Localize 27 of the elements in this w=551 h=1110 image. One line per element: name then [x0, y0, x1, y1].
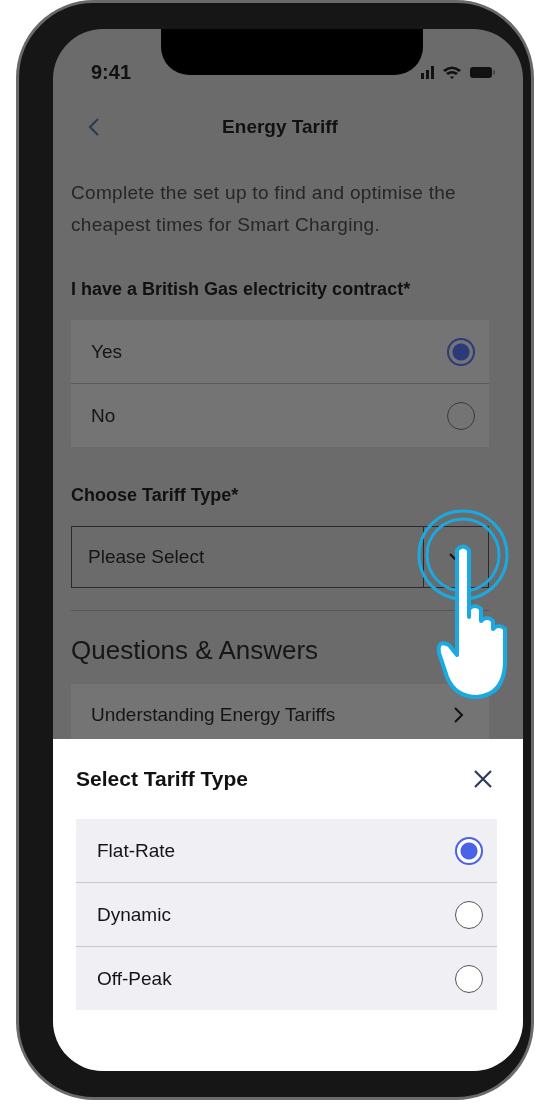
option-label: No [91, 404, 116, 427]
radio-option[interactable]: Yes [71, 320, 489, 384]
option-label: Flat-Rate [97, 839, 176, 862]
battery-icon [470, 66, 495, 78]
status-time: 9:41 [91, 60, 132, 84]
option-label: Yes [91, 340, 122, 363]
close-icon[interactable] [473, 769, 493, 789]
question-label: Choose Tariff Type* [71, 485, 240, 506]
tariff-option[interactable]: Dynamic [76, 883, 497, 947]
radio-option[interactable]: No [71, 384, 489, 447]
option-label: Off-Peak [97, 967, 172, 990]
signal-icon [421, 65, 434, 79]
screen-title: Energy Tariff [222, 116, 338, 138]
option-label: Dynamic [97, 903, 171, 926]
tariff-select[interactable]: Please Select [71, 526, 423, 588]
tariff-option[interactable]: Off-Peak [76, 947, 497, 1010]
radio-button[interactable] [447, 337, 475, 366]
wifi-icon [442, 64, 462, 80]
intro-text: Complete the set up to find and optimise the cheapest times for Smart Charging. [71, 181, 457, 237]
radio-button[interactable] [455, 964, 483, 993]
question-label: I have a British Gas electricity contract* [71, 279, 412, 300]
sheet-title: Select Tariff Type [76, 767, 248, 791]
radio-button[interactable] [455, 836, 483, 865]
section-heading: Questions & Answers [71, 635, 320, 666]
tariff-option[interactable]: Flat-Rate [76, 819, 497, 883]
chevron-right-icon [453, 706, 465, 724]
radio-button[interactable] [455, 900, 483, 929]
